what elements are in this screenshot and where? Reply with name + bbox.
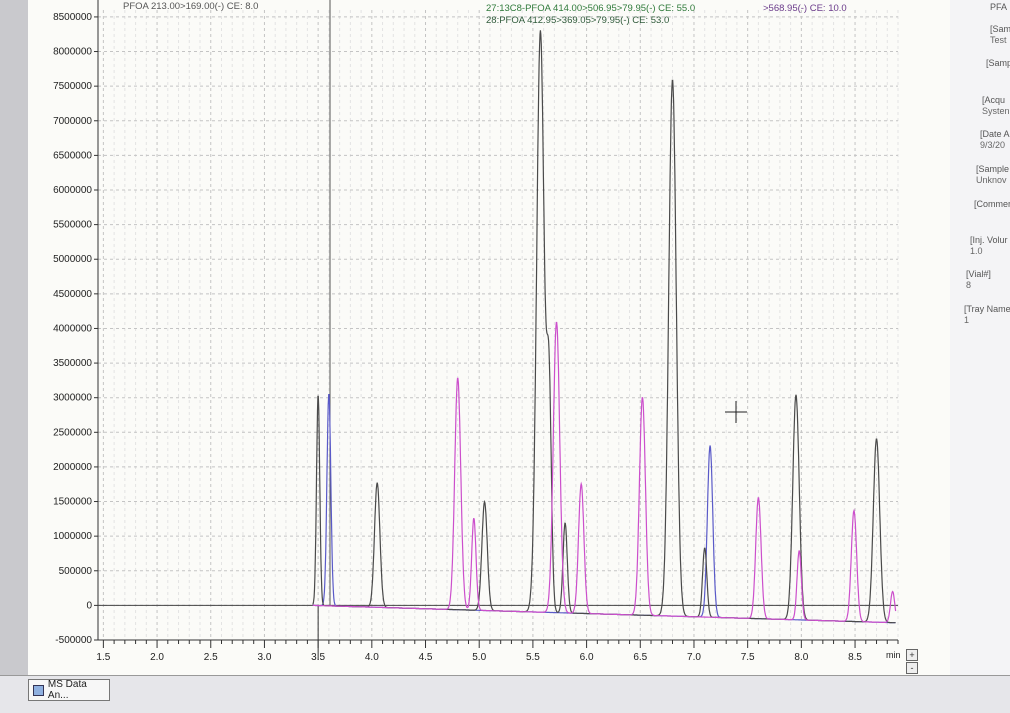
y-tick-label: 6500000: [53, 150, 92, 161]
info-label-vial: [Vial#]: [966, 269, 991, 279]
x-tick-label: 5.0: [472, 652, 486, 663]
info-value-vial: 8: [966, 280, 972, 290]
y-tick-label: 3500000: [53, 358, 92, 369]
y-tick-label: 8000000: [53, 47, 92, 58]
y-tick-label: 7500000: [53, 81, 92, 92]
y-tick-label: 5000000: [53, 254, 92, 265]
y-tick-label: 2000000: [53, 462, 92, 473]
series-trace: [312, 30, 896, 624]
y-tick-label: 7000000: [53, 116, 92, 127]
x-tick-label: 4.5: [419, 652, 433, 663]
x-tick-label: 6.0: [580, 652, 594, 663]
y-tick-label: 3000000: [53, 393, 92, 404]
y-tick-label: 8500000: [53, 12, 92, 23]
chromatogram-chart[interactable]: -500000050000010000001500000200000025000…: [28, 0, 950, 675]
x-tick-label: 7.5: [741, 652, 755, 663]
x-tick-label: 3.5: [311, 652, 325, 663]
series-traces: [312, 30, 897, 624]
info-value-sample-name: Test: [990, 35, 1007, 45]
info-label-comment: [Commer: [974, 199, 1010, 209]
info-label-title: PFA: [990, 2, 1008, 12]
taskbar: MS Data An...: [0, 675, 1010, 713]
info-label-sample-name: [Sam: [990, 24, 1010, 34]
x-tick-label: 8.5: [848, 652, 862, 663]
crosshair-cursor-icon: [725, 401, 747, 423]
y-tick-label: -500000: [55, 635, 92, 646]
y-tick-label: 500000: [59, 566, 93, 577]
info-label-acquired-by: [Acqu: [982, 95, 1006, 105]
window-app-icon: [33, 684, 44, 696]
info-value-tray-name: 1: [964, 315, 970, 325]
y-tick-label: 0: [86, 600, 92, 611]
info-label-inj-volume: [Inj. Volur: [970, 235, 1008, 245]
y-tick-label: 1500000: [53, 497, 92, 508]
y-tick-label: 4000000: [53, 323, 92, 334]
zoom-in-button[interactable]: +: [906, 649, 918, 661]
ms-data-analysis-task-button[interactable]: MS Data An...: [28, 679, 110, 701]
series-trace: [312, 394, 896, 624]
info-label-sample-id: [Samp: [986, 58, 1010, 68]
y-tick-label: 1000000: [53, 531, 92, 542]
info-value-date: 9/3/20: [980, 140, 1006, 150]
trace-annotation: 27:13C8-PFOA 414.00>506.95>79.95(-) CE: …: [486, 3, 695, 14]
info-value-sample-type: Unknov: [976, 175, 1007, 185]
window-left-edge: [0, 0, 29, 712]
trace-annotation: 28:PFOA 412.95>369.05>79.95(-) CE: 53.0: [486, 15, 669, 26]
x-tick-label: 1.5: [96, 652, 110, 663]
y-tick-label: 2500000: [53, 427, 92, 438]
x-tick-label: 3.0: [257, 652, 271, 663]
zoom-out-button[interactable]: -: [906, 662, 918, 674]
trace-annotation: PFOA 213.00>169.00(-) CE: 8.0: [123, 1, 258, 12]
info-value-inj-volume: 1.0: [970, 246, 983, 256]
x-tick-label: 5.5: [526, 652, 540, 663]
y-tick-label: 5500000: [53, 220, 92, 231]
x-axis-unit: min: [886, 650, 901, 660]
sample-info-panel: PFA [Sam Test [Samp [Acqu Systen [Date A…: [950, 0, 1010, 675]
info-label-date: [Date A: [980, 129, 1010, 139]
x-tick-label: 6.5: [633, 652, 647, 663]
chromatogram-panel[interactable]: -500000 0 500000 1000000 1500000 2000000 25000…: [28, 0, 952, 675]
x-tick-label: 7.0: [687, 652, 701, 663]
y-tick-label: 6000000: [53, 185, 92, 196]
x-tick-label: 8.0: [794, 652, 808, 663]
info-label-tray-name: [Tray Name: [964, 304, 1010, 314]
y-tick-label: 4500000: [53, 289, 92, 300]
trace-annotations: PFOA 213.00>169.00(-) CE: 8.0 27:13C8-PFO…: [123, 1, 847, 26]
x-tick-label: 2.5: [204, 652, 218, 663]
task-button-label: MS Data An...: [47, 679, 87, 701]
series-trace: [312, 321, 897, 623]
x-tick-label: 2.0: [150, 652, 164, 663]
axes: [94, 0, 899, 660]
info-value-acquired-by: Systen: [982, 106, 1010, 116]
grid-lines: [98, 10, 899, 641]
x-tick-label: 4.0: [365, 652, 379, 663]
info-label-sample-type: [Sample: [976, 164, 1010, 174]
trace-annotation: >568.95(-) CE: 10.0: [763, 3, 847, 14]
